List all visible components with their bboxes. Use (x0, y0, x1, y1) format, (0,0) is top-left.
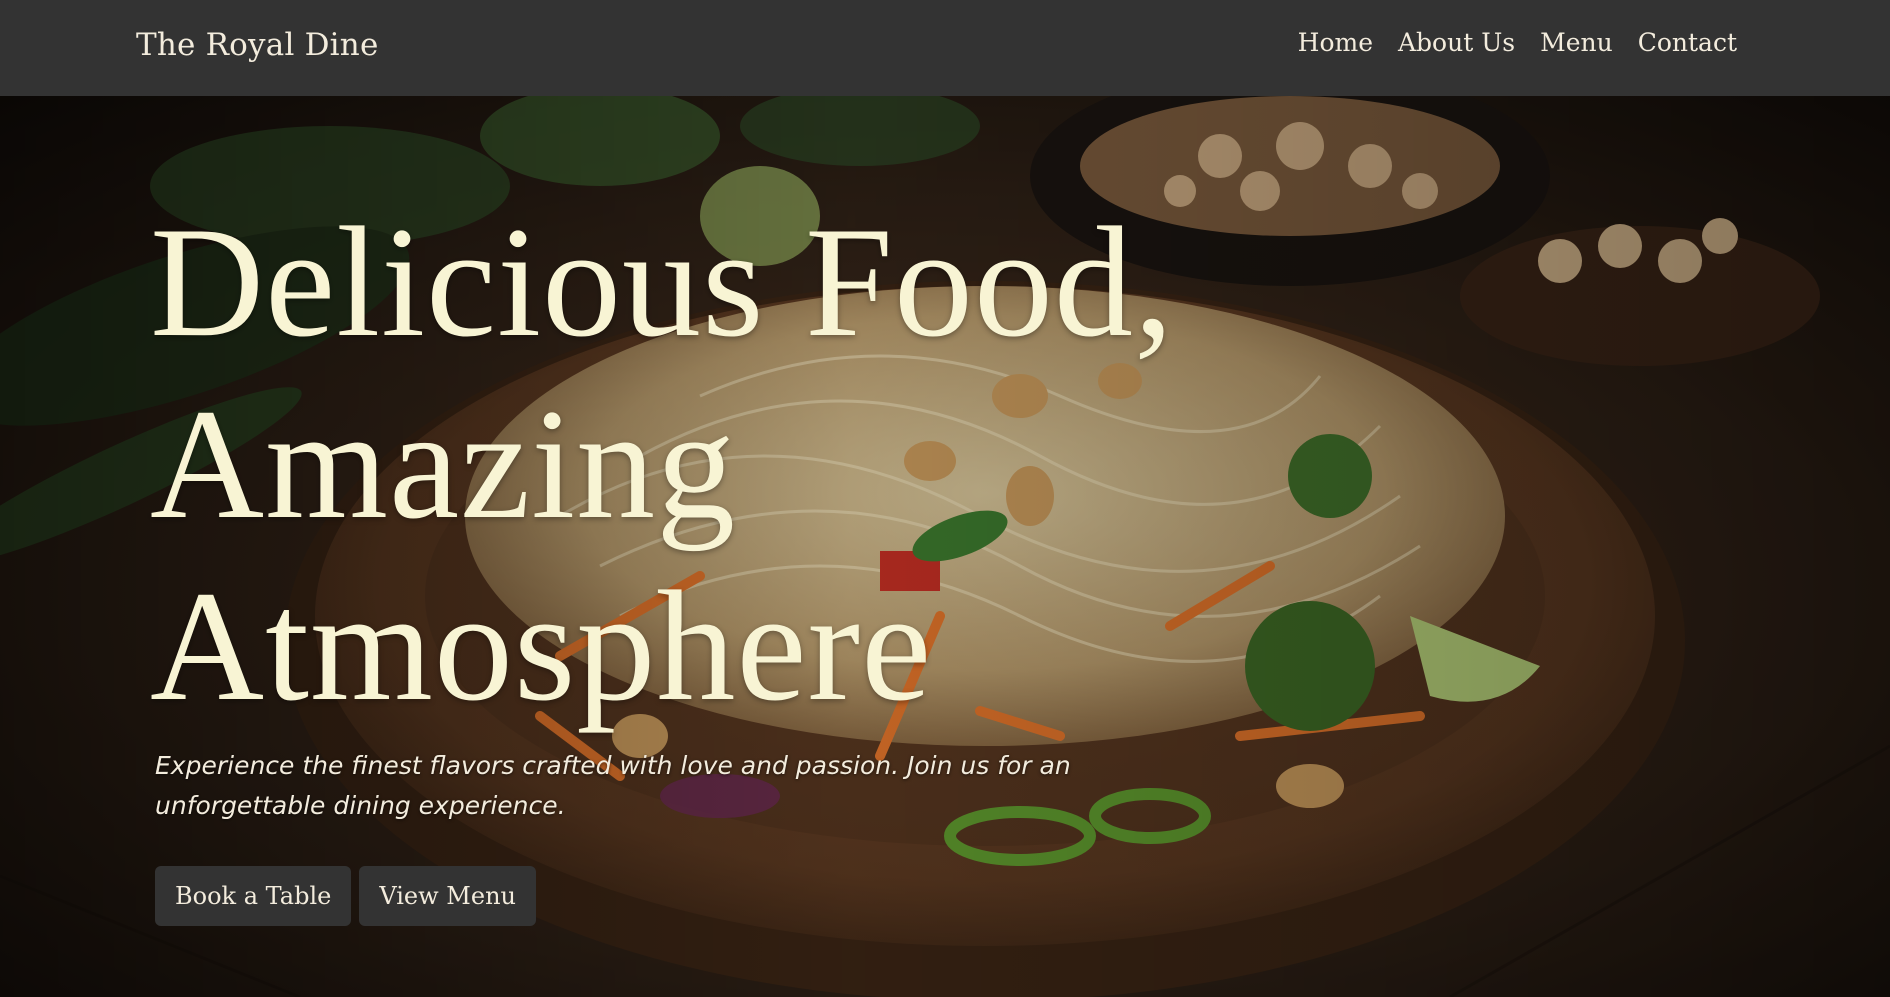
view-menu-button[interactable]: View Menu (359, 866, 536, 926)
hero-title-line-3: Atmosphere (150, 559, 933, 734)
nav-link-contact[interactable]: Contact (1638, 28, 1737, 57)
nav-link-home[interactable]: Home (1298, 28, 1373, 57)
hero-actions: Book a Table View Menu (155, 866, 536, 926)
hero-title: Delicious Food, Amazing Atmosphere (150, 192, 1174, 738)
book-table-button[interactable]: Book a Table (155, 866, 352, 926)
nav-link-menu[interactable]: Menu (1540, 28, 1613, 57)
navbar: The Royal Dine Home About Us Menu Contac… (0, 0, 1890, 96)
brand-logo[interactable]: The Royal Dine (136, 27, 379, 63)
nav-menu: Home About Us Menu Contact (1298, 28, 1737, 57)
hero-section: Delicious Food, Amazing Atmosphere Exper… (0, 96, 1890, 997)
nav-link-about[interactable]: About Us (1398, 28, 1515, 57)
hero-title-line-1: Delicious Food, (150, 195, 1175, 370)
hero-title-line-2: Amazing (150, 377, 737, 552)
hero-subtitle: Experience the finest flavors crafted wi… (155, 751, 1071, 820)
